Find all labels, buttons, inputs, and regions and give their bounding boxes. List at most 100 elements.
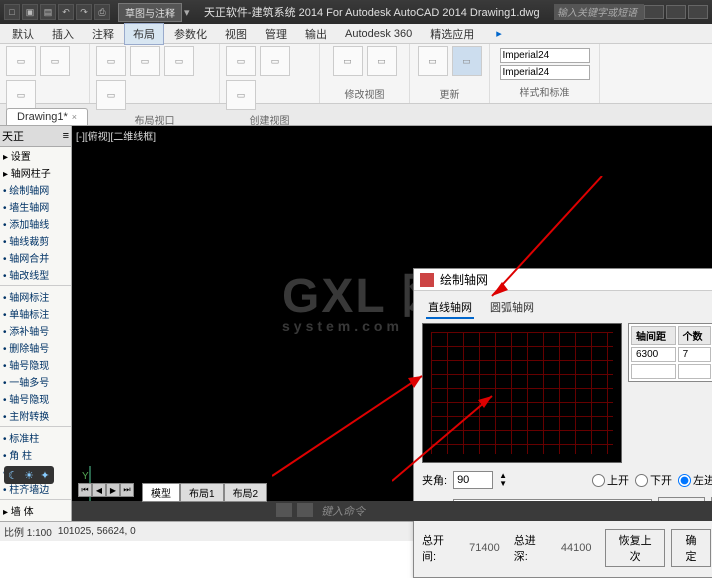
tool-palette-header[interactable]: 天正≡	[0, 126, 71, 147]
sun-icon[interactable]: ☀	[22, 468, 36, 482]
qat-undo-icon[interactable]: ↶	[58, 4, 74, 20]
depth-label: 总进深:	[514, 532, 547, 564]
subtab-linear[interactable]: 直线轴网	[426, 297, 474, 319]
angle-spinner-icon[interactable]: ▲▼	[499, 472, 507, 488]
qat-new-icon[interactable]: □	[4, 4, 20, 20]
palette-item[interactable]: • 墙生轴网	[0, 198, 71, 215]
palette-item[interactable]: • 主附转换	[0, 407, 71, 424]
workspace-dropdown[interactable]: 草图与注释	[118, 3, 182, 22]
qat-plot-icon[interactable]: ⎙	[94, 4, 110, 20]
radio-up[interactable]: 上开	[592, 472, 629, 488]
tab-default[interactable]: 默认	[4, 24, 42, 44]
palette-item[interactable]: • 轴线裁剪	[0, 232, 71, 249]
palette-item[interactable]: ▸ 门 窗	[0, 519, 71, 521]
tab-parametric[interactable]: 参数化	[166, 24, 215, 44]
panel-layout: ▭▭▭ 布局	[0, 44, 90, 103]
vp-obj-icon[interactable]: ▭	[164, 46, 194, 76]
cmd-history-icon[interactable]	[276, 503, 292, 517]
help-search-input[interactable]: 输入关键字或短语	[554, 4, 644, 20]
angle-input[interactable]	[453, 471, 493, 489]
palette-item[interactable]: • 轴网标注	[0, 288, 71, 305]
nav-next-icon[interactable]: ▶	[106, 483, 120, 497]
tab-layout[interactable]: 布局	[124, 23, 164, 45]
layout-tab-1[interactable]: 布局1	[180, 483, 224, 502]
vp-poly-icon[interactable]: ▭	[130, 46, 160, 76]
subtab-arc[interactable]: 圆弧轴网	[488, 297, 536, 319]
palette-item[interactable]: • 删除轴号	[0, 339, 71, 356]
palette-item[interactable]: • 轴号隐现	[0, 356, 71, 373]
tab-expand-icon[interactable]: ▸	[488, 25, 510, 42]
tab-insert[interactable]: 插入	[44, 24, 82, 44]
viewport-label[interactable]: [-][俯视][二维线框]	[76, 128, 156, 143]
star-icon[interactable]: ✦	[38, 468, 52, 482]
ok-button[interactable]: 确定	[671, 529, 712, 567]
palette-menu-icon[interactable]: ≡	[63, 130, 69, 142]
cmd-close-icon[interactable]	[297, 503, 313, 517]
table-row[interactable]: 63007	[631, 347, 711, 362]
maximize-button[interactable]	[666, 5, 686, 19]
layout-nav-buttons: ⏮ ◀ ▶ ⏭	[78, 483, 134, 497]
tab-view[interactable]: 视图	[217, 24, 255, 44]
radio-down[interactable]: 下开	[635, 472, 672, 488]
layout-tab-2[interactable]: 布局2	[224, 483, 268, 502]
command-prompt[interactable]: 键入命令	[321, 503, 365, 519]
mv-edit-icon[interactable]: ▭	[333, 46, 363, 76]
close-button[interactable]	[688, 5, 708, 19]
angle-label: 夹角:	[422, 472, 447, 488]
cv-detail-icon[interactable]: ▭	[226, 80, 256, 110]
status-scale[interactable]: 比例 1:100	[4, 524, 52, 539]
dialog-titlebar[interactable]: 绘制轴网 ×	[414, 269, 712, 291]
layout-new-icon[interactable]: ▭	[6, 46, 36, 76]
palette-item[interactable]: • 轴号隐现	[0, 390, 71, 407]
minimize-button[interactable]	[644, 5, 664, 19]
palette-item[interactable]: • 轴网合并	[0, 249, 71, 266]
tab-annotate[interactable]: 注释	[84, 24, 122, 44]
qat-open-icon[interactable]: ▣	[22, 4, 38, 20]
ribbon: ▭▭▭ 布局 ▭▭▭▭ 布局视口 ▭▭▭ 创建视图 ▭▭ 修改视图 ▭▭ 更新 …	[0, 44, 712, 104]
palette-item[interactable]: • 标准柱	[0, 429, 71, 446]
layout-page-icon[interactable]: ▭	[40, 46, 70, 76]
panel-modifyview: ▭▭ 修改视图	[320, 44, 410, 103]
palette-item[interactable]: • 单轴标注	[0, 305, 71, 322]
mv-update-icon[interactable]: ▭	[367, 46, 397, 76]
nav-first-icon[interactable]: ⏮	[78, 483, 92, 497]
palette-item[interactable]: ▸ 轴网柱子	[0, 164, 71, 181]
spacing-table[interactable]: 轴间距个数 63007	[628, 323, 712, 382]
style-combo-2[interactable]: Imperial24	[500, 65, 590, 80]
moon-icon[interactable]: ☾	[6, 468, 20, 482]
quick-access-toolbar: □ ▣ ▤ ↶ ↷ ⎙	[4, 4, 110, 20]
palette-item[interactable]: ▸ 墙 体	[0, 502, 71, 519]
vp-rect-icon[interactable]: ▭	[96, 46, 126, 76]
palette-item[interactable]: • 添补轴号	[0, 322, 71, 339]
qat-save-icon[interactable]: ▤	[40, 4, 56, 20]
direction-radios: 上开 下开 左进 右进	[592, 472, 712, 488]
tab-output[interactable]: 输出	[297, 24, 335, 44]
layout-tab-model[interactable]: 模型	[142, 483, 180, 502]
document-tab-close-icon[interactable]: ×	[72, 112, 77, 122]
palette-item[interactable]: ▸ 设置	[0, 147, 71, 164]
palette-item[interactable]: • 角 柱	[0, 446, 71, 463]
layout-rect-icon[interactable]: ▭	[6, 80, 36, 110]
document-tab-drawing1[interactable]: Drawing1* ×	[6, 108, 88, 125]
tab-manage[interactable]: 管理	[257, 24, 295, 44]
upd-symbol-icon[interactable]: ▭	[418, 46, 448, 76]
tab-a360[interactable]: Autodesk 360	[337, 26, 420, 42]
palette-item[interactable]: • 轴改线型	[0, 266, 71, 283]
restore-button[interactable]: 恢复上次	[605, 529, 664, 567]
drawing-canvas[interactable]: [-][俯视][二维线框] GXL 网system.com YX 绘制轴网 × …	[72, 126, 712, 521]
upd-auto-icon[interactable]: ▭	[452, 46, 482, 76]
qat-redo-icon[interactable]: ↷	[76, 4, 92, 20]
style-combo-1[interactable]: Imperial24	[500, 48, 590, 63]
tab-featured[interactable]: 精选应用	[422, 24, 482, 44]
nav-last-icon[interactable]: ⏭	[120, 483, 134, 497]
vp-named-icon[interactable]: ▭	[96, 80, 126, 110]
window-controls	[644, 5, 708, 19]
palette-item[interactable]: • 添加轴线	[0, 215, 71, 232]
palette-item[interactable]: • 绘制轴网	[0, 181, 71, 198]
palette-item[interactable]: • 一轴多号	[0, 373, 71, 390]
radio-left[interactable]: 左进	[678, 472, 712, 488]
cv-section-icon[interactable]: ▭	[260, 46, 290, 76]
nav-prev-icon[interactable]: ◀	[92, 483, 106, 497]
cv-base-icon[interactable]: ▭	[226, 46, 256, 76]
table-row-empty[interactable]	[631, 364, 711, 379]
